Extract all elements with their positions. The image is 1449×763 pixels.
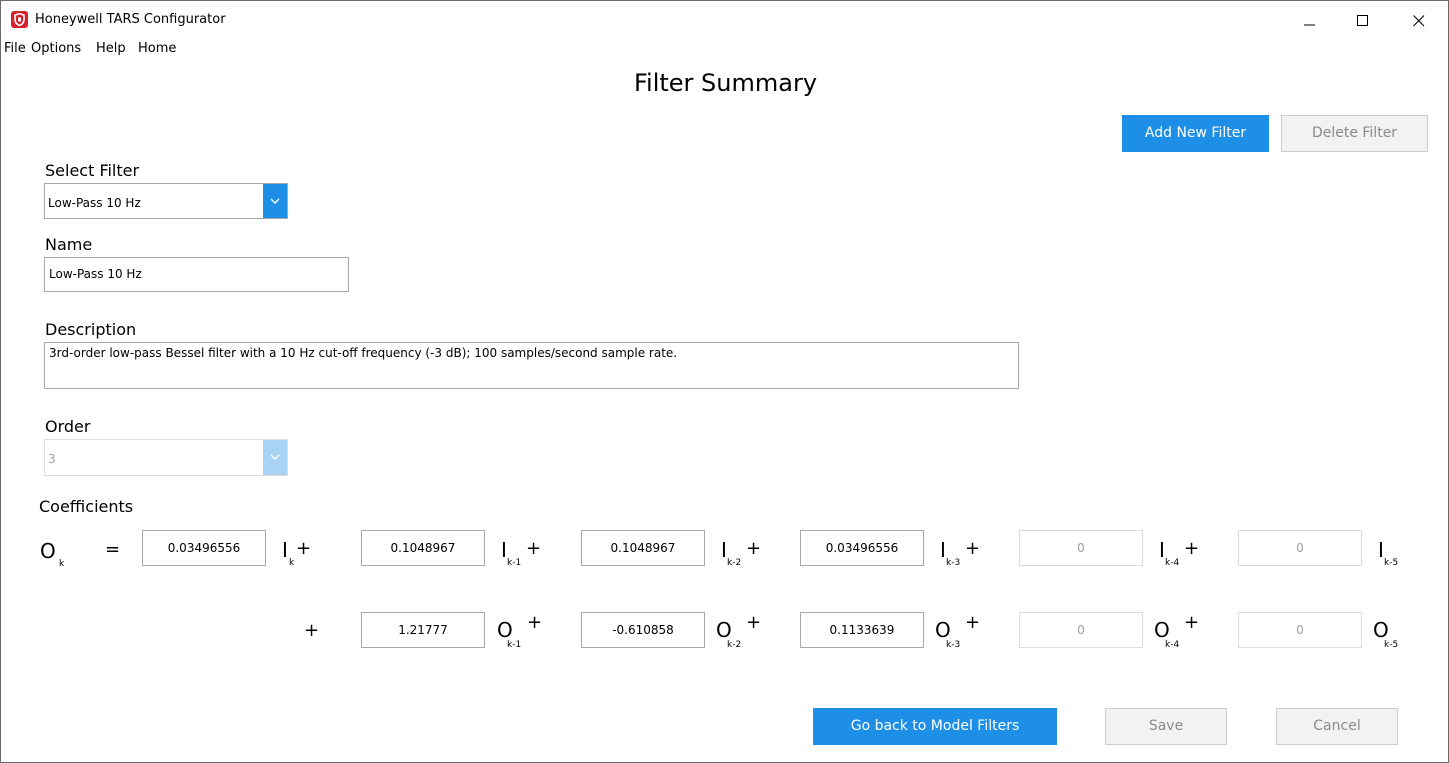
plus-sign: + (526, 538, 542, 559)
output-symbol: O (716, 618, 732, 642)
order-label: Order (45, 417, 91, 436)
order-value: 3 (48, 452, 56, 466)
output-subscript: k-5 (1384, 640, 1399, 650)
cancel-button[interactable]: Cancel (1276, 708, 1398, 745)
plus-sign: + (304, 620, 320, 641)
menu-options[interactable]: Options (31, 40, 81, 58)
output-coefficient-field[interactable]: 0 (1238, 612, 1362, 648)
output-coefficient-field[interactable]: -0.610858 (581, 612, 705, 648)
output-subscript: k-2 (727, 640, 742, 650)
input-coefficient-field[interactable]: 0 (1019, 530, 1143, 566)
select-filter-label: Select Filter (45, 161, 140, 180)
page-title: Filter Summary (633, 69, 818, 97)
honeywell-shield-icon (11, 11, 28, 28)
output-symbol: O (1154, 618, 1170, 642)
coefficients-label: Coefficients (39, 497, 134, 516)
input-subscript: k-2 (727, 558, 742, 568)
menu-home[interactable]: Home (138, 40, 176, 58)
plus-sign: + (965, 538, 981, 559)
output-coefficient-field[interactable]: 0 (1019, 612, 1143, 648)
chevron-down-icon[interactable] (263, 440, 287, 475)
input-subscript: k-4 (1165, 558, 1180, 568)
close-button[interactable] (1396, 1, 1442, 39)
go-back-to-model-filters-button[interactable]: Go back to Model Filters (813, 708, 1057, 745)
equals-sign: = (105, 539, 121, 560)
title-bar[interactable]: Honeywell TARS Configurator (1, 1, 1448, 39)
input-subscript: k-1 (507, 558, 522, 568)
output-coefficient-field[interactable]: 0.1133639 (800, 612, 924, 648)
output-coefficient-field[interactable]: 1.21777 (361, 612, 485, 648)
minimize-button[interactable] (1287, 1, 1333, 39)
input-subscript: k-5 (1384, 558, 1399, 568)
output-subscript: k (59, 559, 65, 569)
input-subscript: k-3 (946, 558, 961, 568)
name-label: Name (45, 235, 93, 254)
app-window: Honeywell TARS Configurator File Options… (0, 0, 1449, 763)
input-coefficient-field[interactable]: 0.1048967 (361, 530, 485, 566)
output-symbol: O (497, 618, 513, 642)
menu-file[interactable]: File (4, 40, 26, 58)
output-subscript: k-3 (946, 640, 961, 650)
chevron-down-icon[interactable] (263, 184, 287, 218)
description-label: Description (45, 320, 137, 339)
save-button[interactable]: Save (1105, 708, 1227, 745)
plus-sign: + (746, 538, 762, 559)
input-symbol: I (282, 538, 288, 562)
window-title: Honeywell TARS Configurator (35, 12, 226, 27)
input-subscript: k (289, 558, 295, 568)
input-coefficient-field[interactable]: 0.03496556 (142, 530, 266, 566)
output-symbol: O (40, 539, 56, 563)
menu-help[interactable]: Help (96, 40, 126, 58)
plus-sign: + (1184, 612, 1200, 633)
output-symbol: O (935, 618, 951, 642)
select-filter-dropdown[interactable]: Low-Pass 10 Hz (44, 183, 288, 219)
plus-sign: + (965, 612, 981, 633)
plus-sign: + (296, 538, 312, 559)
delete-filter-button[interactable]: Delete Filter (1281, 115, 1428, 152)
input-coefficient-field[interactable]: 0 (1238, 530, 1362, 566)
input-coefficient-field[interactable]: 0.03496556 (800, 530, 924, 566)
output-subscript: k-1 (507, 640, 522, 650)
input-coefficient-field[interactable]: 0.1048967 (581, 530, 705, 566)
output-symbol: O (1373, 618, 1389, 642)
add-new-filter-button[interactable]: Add New Filter (1122, 115, 1269, 152)
maximize-button[interactable] (1340, 1, 1386, 39)
plus-sign: + (746, 612, 762, 633)
plus-sign: + (527, 612, 543, 633)
select-filter-value: Low-Pass 10 Hz (48, 196, 141, 210)
description-textarea[interactable]: 3rd-order low-pass Bessel filter with a … (44, 342, 1019, 389)
name-input[interactable]: Low-Pass 10 Hz (44, 257, 349, 292)
order-dropdown[interactable]: 3 (44, 439, 288, 476)
plus-sign: + (1184, 538, 1200, 559)
output-subscript: k-4 (1165, 640, 1180, 650)
